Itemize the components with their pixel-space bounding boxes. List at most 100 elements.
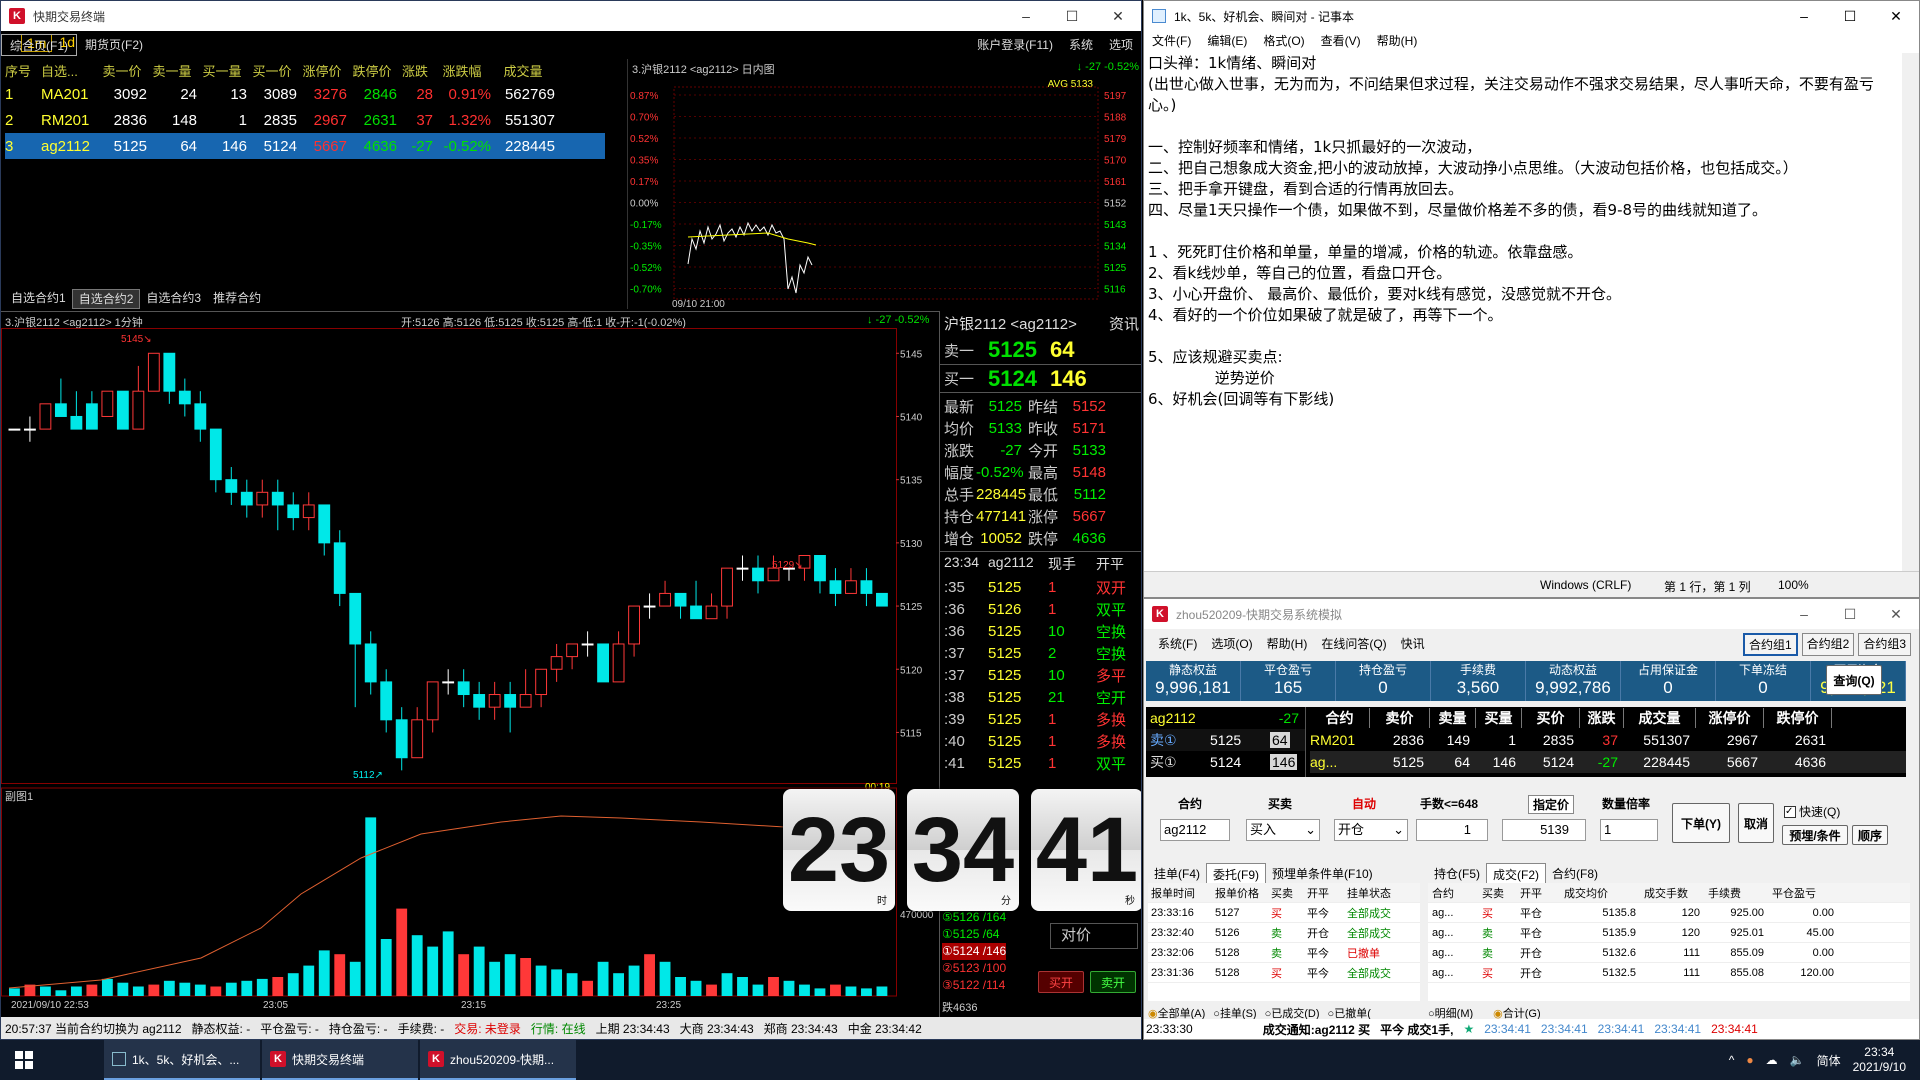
order-row[interactable]: 23:31:36 5128 买 平今 全部成交	[1148, 963, 1420, 983]
candle[interactable]	[442, 681, 455, 684]
candle[interactable]	[612, 643, 625, 683]
taskbar-terminal[interactable]: K 快期交易终端	[262, 1040, 418, 1080]
label-price[interactable]: 指定价	[1528, 795, 1575, 814]
depth-level[interactable]: ①5125 /64	[942, 926, 1006, 943]
sell1-price[interactable]: 5125	[988, 337, 1050, 363]
candle[interactable]	[643, 605, 656, 608]
candle[interactable]	[225, 479, 238, 493]
menu-account-login[interactable]: 账户登录(F11)	[969, 34, 1061, 56]
order-row[interactable]: 23:32:06 5128 卖 平今 已撤单	[1148, 943, 1420, 963]
multiplier-input[interactable]: 1	[1600, 819, 1658, 841]
intraday-chart[interactable]: 0.87% 0.70% 0.52% 0.35% 0.17% 0.00% -0.17% -0.3…	[628, 59, 1142, 309]
menu-system[interactable]: 系统(F)	[1158, 635, 1197, 652]
candle[interactable]	[690, 605, 702, 620]
candle[interactable]	[876, 592, 888, 607]
order-row[interactable]: 23:33:16 5127 买 平今 全部成交	[1148, 903, 1420, 923]
candle[interactable]	[349, 592, 362, 645]
candle[interactable]	[132, 390, 145, 430]
candle[interactable]	[752, 567, 764, 582]
trade-row[interactable]: ag... 卖 开仓 5132.6 111 855.09 0.00	[1428, 943, 1910, 963]
group-tab-3[interactable]: 合约组3	[1858, 633, 1911, 656]
candle[interactable]	[814, 555, 826, 582]
candle[interactable]	[519, 694, 532, 708]
candle[interactable]	[736, 567, 749, 570]
contract-input[interactable]: ag2112	[1160, 819, 1230, 841]
candle[interactable]	[457, 681, 470, 696]
offset-select[interactable]: 开仓 ⌄	[1334, 819, 1408, 841]
candle[interactable]	[147, 352, 160, 392]
candle[interactable]	[194, 403, 207, 430]
sell-open-button[interactable]: 卖开	[1090, 971, 1136, 993]
candle[interactable]	[829, 580, 842, 594]
notepad-text-area[interactable]: 口头禅：1k情绪、瞬间对 (出世心做入世事，无为而为，不问结果但求过程，关注交易…	[1148, 53, 1888, 410]
candle[interactable]	[860, 580, 873, 594]
candle[interactable]	[473, 694, 486, 708]
candle[interactable]	[550, 656, 563, 670]
depth-level[interactable]: ②5123 /100	[942, 960, 1006, 977]
candle[interactable]	[163, 352, 176, 392]
candle[interactable]	[721, 567, 733, 607]
cancel-button[interactable]: 取消	[1738, 803, 1774, 843]
candle[interactable]	[70, 415, 83, 430]
menu-system[interactable]: 系统	[1061, 34, 1101, 56]
candle[interactable]	[395, 719, 408, 759]
buy-open-button[interactable]: 买开	[1038, 971, 1084, 993]
close-icon[interactable]: ✕	[1095, 1, 1141, 31]
trade-row[interactable]: ag... 买 开仓 5132.5 111 855.08 120.00	[1428, 963, 1910, 983]
quote-row[interactable]: 2 RM201 2836 148 1 2835 2967 2631 37 1.3…	[5, 107, 605, 133]
candle[interactable]	[209, 428, 222, 481]
menu-help[interactable]: 帮助(H)	[1377, 32, 1418, 49]
depth-level[interactable]: ⑤5126 /164	[942, 909, 1006, 926]
menu-futures[interactable]: 期货页(F2)	[77, 34, 151, 56]
maximize-icon[interactable]: ☐	[1827, 1, 1873, 31]
price-type-select[interactable]: 对价	[1050, 923, 1138, 949]
candle[interactable]	[240, 491, 253, 506]
minimize-icon[interactable]: –	[1781, 1, 1827, 31]
candle[interactable]	[271, 491, 284, 506]
candle[interactable]	[318, 504, 331, 544]
price-stepper[interactable]: 5139	[1502, 819, 1586, 841]
tab-orders[interactable]: 委托(F9)	[1206, 863, 1266, 885]
side-select[interactable]: 买入 ⌄	[1246, 819, 1320, 841]
candle[interactable]	[39, 403, 52, 430]
tray-app-icon[interactable]: ●	[1746, 1053, 1753, 1067]
candle[interactable]	[178, 390, 191, 405]
candle[interactable]	[380, 681, 393, 721]
menu-overview[interactable]: 综合页(F1)	[1, 34, 77, 56]
candle[interactable]	[566, 643, 579, 658]
tab-positions[interactable]: 持仓(F5)	[1428, 863, 1486, 885]
candle[interactable]	[674, 592, 687, 607]
menu-news[interactable]: 快讯	[1401, 635, 1425, 652]
candle[interactable]	[23, 428, 36, 431]
sim-quote-row[interactable]: ag... 5125 64 146 5124 -27 228445 5667 4636	[1310, 751, 1906, 773]
menu-view[interactable]: 查看(V)	[1321, 32, 1361, 49]
tab-watch-3[interactable]: 自选合约3	[140, 289, 207, 309]
candle[interactable]	[705, 605, 718, 620]
candle[interactable]	[488, 694, 501, 708]
sim-sell1-row[interactable]: 卖① 5125 64	[1146, 729, 1305, 751]
menu-format[interactable]: 格式(O)	[1263, 32, 1304, 49]
sim-quote-row[interactable]: RM201 2836 149 1 2835 37 551307 2967 2631	[1310, 729, 1906, 751]
tab-watch-1[interactable]: 自选合约1	[5, 289, 72, 309]
menu-edit[interactable]: 编辑(E)	[1207, 32, 1247, 49]
menu-qa[interactable]: 在线问答(Q)	[1321, 635, 1386, 652]
taskbar-notepad[interactable]: 1k、5k、好机会、...	[104, 1040, 260, 1080]
tab-trades[interactable]: 成交(F2)	[1486, 863, 1546, 885]
menu-options[interactable]: 选项	[1101, 34, 1141, 56]
start-button[interactable]	[0, 1040, 48, 1080]
close-icon[interactable]: ✕	[1873, 599, 1919, 629]
maximize-icon[interactable]: ☐	[1049, 1, 1095, 31]
place-order-button[interactable]: 下单(Y)	[1672, 803, 1730, 843]
chevron-up-icon[interactable]: ^	[1729, 1053, 1735, 1067]
candle[interactable]	[54, 403, 67, 417]
tab-watch-2[interactable]: 自选合约2	[71, 289, 141, 309]
tab-pending[interactable]: 挂单(F4)	[1148, 863, 1206, 885]
menu-options[interactable]: 选项(O)	[1211, 635, 1252, 652]
ime-indicator[interactable]: 简体	[1817, 1052, 1841, 1069]
quote-row-selected[interactable]: 3 ag2112 5125 64 146 5124 5667 4636 -27 …	[5, 133, 605, 159]
quote-row[interactable]: 1 MA201 3092 24 13 3089 3276 2846 28 0.9…	[5, 81, 605, 107]
candle[interactable]	[302, 504, 315, 519]
tab-recommend[interactable]: 推荐合约	[207, 289, 267, 309]
candle[interactable]	[85, 403, 98, 430]
qty-stepper[interactable]: 1	[1416, 819, 1488, 841]
